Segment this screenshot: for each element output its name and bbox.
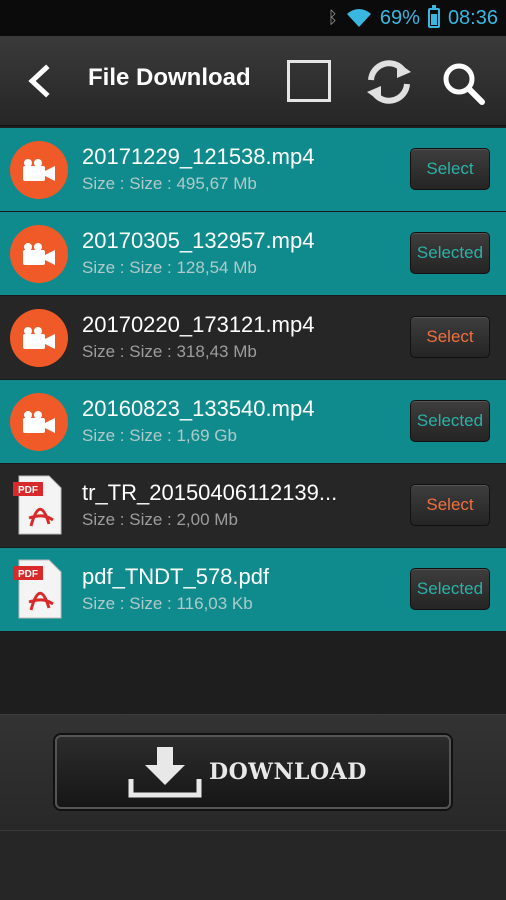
select-button[interactable]: Selected (410, 400, 490, 442)
pdf-file-icon: PDF (13, 559, 62, 619)
video-file-icon (10, 393, 68, 451)
file-name: pdf_TNDT_578.pdf (82, 564, 270, 589)
file-size: Size : Size : 116,03 Kb (82, 594, 253, 613)
file-size: Size : Size : 495,67 Mb (82, 174, 257, 193)
wifi-icon (346, 8, 372, 28)
refresh-icon (367, 60, 411, 104)
file-size: Size : Size : 128,54 Mb (82, 258, 257, 277)
pdf-badge-text: PDF (18, 485, 38, 496)
app-bar: File Download (0, 36, 506, 126)
file-row[interactable]: PDF tr_TR_20150406112139... Size : Size :… (0, 464, 506, 548)
bottom-bar: DOWNLOAD (0, 714, 506, 830)
file-name: 20170220_173121.mp4 (82, 312, 315, 337)
file-size: Size : Size : 1,69 Gb (82, 426, 237, 445)
nav-bar (0, 830, 506, 900)
file-size: Size : Size : 2,00 Mb (82, 510, 238, 529)
select-button[interactable]: Select (410, 316, 490, 358)
refresh-button[interactable] (363, 58, 415, 106)
download-label: DOWNLOAD (209, 759, 367, 785)
status-bar: ᛒ 69% 08:36 (0, 0, 506, 36)
download-icon (128, 747, 202, 798)
file-name: 20171229_121538.mp4 (82, 144, 315, 169)
back-button[interactable] (22, 62, 60, 100)
download-button[interactable]: DOWNLOAD (55, 735, 451, 809)
video-file-icon (10, 225, 68, 283)
file-row[interactable]: 20171229_121538.mp4 Size : Size : 495,67 … (0, 128, 506, 212)
select-button[interactable]: Select (410, 484, 490, 526)
bluetooth-icon: ᛒ (327, 8, 338, 27)
search-button[interactable] (438, 58, 488, 108)
clock: 08:36 (447, 6, 498, 29)
file-name: 20160823_133540.mp4 (82, 396, 315, 421)
battery-icon (427, 5, 440, 28)
file-row[interactable]: PDF pdf_TNDT_578.pdf Size : Size : 116,03… (0, 548, 506, 632)
pdf-badge-text: PDF (18, 569, 38, 580)
file-row[interactable]: 20170305_132957.mp4 Size : Size : 128,54 … (0, 212, 506, 296)
video-file-icon (10, 309, 68, 367)
file-name: 20170305_132957.mp4 (82, 228, 315, 253)
pdf-file-icon: PDF (13, 475, 62, 535)
file-size: Size : Size : 318,43 Mb (82, 342, 257, 361)
back-arrow-icon (28, 64, 50, 98)
select-button[interactable]: Selected (410, 232, 490, 274)
page-title: File Download (88, 64, 251, 91)
file-list: 20171229_121538.mp4 Size : Size : 495,67 … (0, 128, 506, 632)
battery-percent: 69% (379, 6, 420, 29)
file-name: tr_TR_20150406112139... (82, 480, 338, 505)
file-row[interactable]: 20160823_133540.mp4 Size : Size : 1,69 Gb… (0, 380, 506, 464)
video-file-icon (10, 141, 68, 199)
select-button[interactable]: Selected (410, 568, 490, 610)
file-row[interactable]: 20170220_173121.mp4 Size : Size : 318,43 … (0, 296, 506, 380)
select-button[interactable]: Select (410, 148, 490, 190)
search-icon (443, 63, 485, 105)
select-all-checkbox[interactable] (287, 60, 331, 102)
